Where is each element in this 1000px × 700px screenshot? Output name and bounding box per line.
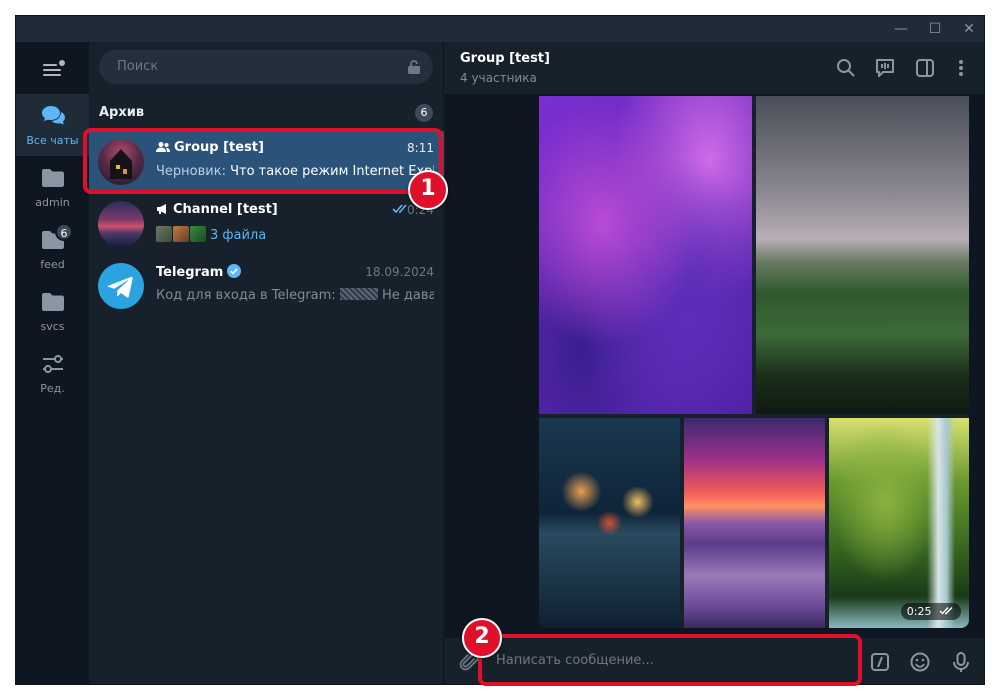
telegram-plane-icon <box>107 276 133 298</box>
highlight-message-input <box>478 634 862 686</box>
search-placeholder: Поиск <box>117 59 159 74</box>
preview-start: Код для входа в Telegram: <box>156 288 336 303</box>
conversation-panel: Group [test] 4 участника 0:25 Написать с… <box>445 42 984 684</box>
media-thumbnail <box>190 226 206 242</box>
album-photo-rainy-street[interactable] <box>539 418 680 628</box>
media-thumbnail <box>156 226 172 242</box>
chats-icon <box>42 106 65 125</box>
search-icon[interactable] <box>835 57 857 79</box>
folder-label: Все чаты <box>26 134 79 147</box>
chat-name-text: Telegram <box>156 265 224 280</box>
files-count: 3 файла <box>210 228 267 243</box>
folder-label: svcs <box>40 320 65 333</box>
voice-chat-icon[interactable] <box>874 57 896 79</box>
close-button[interactable]: ✕ <box>952 16 984 42</box>
telegram-window: — ☐ ✕ Все чаты admin 6 feed svcs Ред. По… <box>15 15 985 685</box>
chat-row-channel-test[interactable]: Channel [test] 0:24 3 файла <box>89 193 444 255</box>
lock-icon[interactable] <box>407 59 421 75</box>
photo-album-message: 0:25 <box>539 96 969 628</box>
sidebar-toggle-icon[interactable] <box>914 57 936 79</box>
chat-preview: 3 файла <box>156 226 434 243</box>
album-photo-green-hills[interactable] <box>756 96 969 414</box>
verified-badge-icon <box>227 264 242 278</box>
chat-name: Channel [test] <box>156 202 278 217</box>
chat-row-telegram[interactable]: Telegram 18.09.2024 Код для входа в Tele… <box>89 255 444 317</box>
chat-name-text: Channel [test] <box>173 202 278 217</box>
folder-svcs[interactable]: svcs <box>16 280 89 342</box>
hidden-code-spoiler[interactable] <box>339 288 378 300</box>
album-photo-purple-paint[interactable] <box>539 96 752 414</box>
folder-all-chats[interactable]: Все чаты <box>16 94 89 156</box>
media-thumbnail <box>173 226 189 242</box>
archive-unread-badge: 6 <box>415 104 433 122</box>
bot-commands-icon[interactable] <box>869 651 891 673</box>
search-field[interactable]: Поиск <box>99 50 433 84</box>
folder-sidebar: Все чаты admin 6 feed svcs Ред. <box>16 42 89 684</box>
chat-preview: Код для входа в Telegram: Не давайте... <box>156 288 434 303</box>
step-marker-2: 2 <box>462 618 502 658</box>
album-photo-sunset-lake[interactable] <box>684 418 825 628</box>
preview-end: Не давайте... <box>381 288 434 303</box>
folder-label: admin <box>35 196 70 209</box>
channel-avatar <box>98 201 144 247</box>
emoji-icon[interactable] <box>909 651 931 673</box>
double-check-icon <box>939 607 953 615</box>
video-duration-text: 0:25 <box>906 605 932 618</box>
telegram-avatar <box>98 263 144 309</box>
folder-feed[interactable]: 6 feed <box>16 218 89 280</box>
highlight-selected-chat <box>83 128 443 194</box>
folder-admin[interactable]: admin <box>16 156 89 218</box>
maximize-button[interactable]: ☐ <box>918 16 952 42</box>
folder-icon <box>42 169 64 187</box>
archive-title: Архив <box>99 105 145 120</box>
title-bar: — ☐ ✕ <box>16 16 984 42</box>
conversation-header[interactable]: Group [test] 4 участника <box>445 42 984 95</box>
folder-edit[interactable]: Ред. <box>16 342 89 404</box>
album-video-waterfall[interactable]: 0:25 <box>829 418 969 628</box>
notification-dot <box>59 60 65 66</box>
main-menu-button[interactable] <box>40 58 65 82</box>
microphone-icon[interactable] <box>950 651 972 673</box>
edit-folders-icon <box>43 355 63 373</box>
video-duration: 0:25 <box>900 603 961 620</box>
folder-unread-badge: 6 <box>55 223 73 241</box>
chat-name: Telegram <box>156 264 242 280</box>
more-vertical-icon[interactable] <box>950 57 972 79</box>
chat-time: 18.09.2024 <box>365 265 434 279</box>
conversation-title[interactable]: Group [test] <box>460 51 550 66</box>
member-count: 4 участника <box>460 71 537 85</box>
minimize-button[interactable]: — <box>884 16 918 42</box>
folder-label: feed <box>40 258 65 271</box>
step-marker-1: 1 <box>408 170 448 210</box>
folder-label: Ред. <box>40 382 65 395</box>
channel-megaphone-icon <box>157 204 166 214</box>
folder-icon <box>42 293 64 311</box>
